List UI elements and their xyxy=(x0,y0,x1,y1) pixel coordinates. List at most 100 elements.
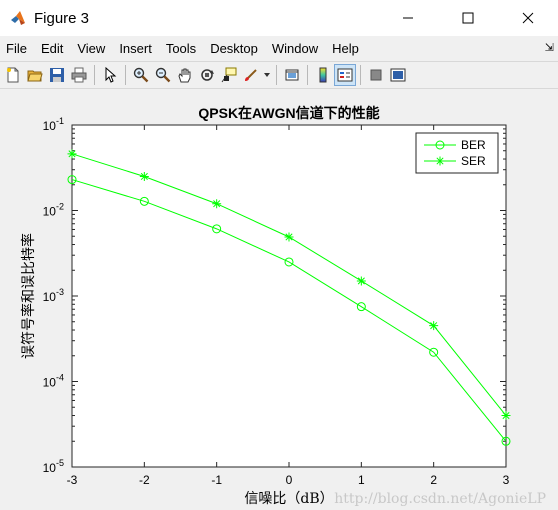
x-tick-label: 0 xyxy=(286,473,293,487)
brush-button[interactable] xyxy=(240,64,262,86)
y-tick-exponent: -2 xyxy=(56,202,64,212)
x-tick-label: 2 xyxy=(430,473,437,487)
toolbar-separator xyxy=(307,65,308,85)
edit-plot-icon xyxy=(105,67,117,83)
y-tick-label: 10-5 xyxy=(43,458,64,475)
pan-button[interactable] xyxy=(174,64,196,86)
data-point-ser xyxy=(139,171,149,181)
save-button[interactable] xyxy=(46,64,68,86)
close-button[interactable] xyxy=(498,0,558,36)
x-tick-label: -2 xyxy=(139,473,150,487)
toolbar-separator xyxy=(94,65,95,85)
data-cursor-button[interactable] xyxy=(218,64,240,86)
menu-view[interactable]: View xyxy=(71,41,113,56)
window-controls xyxy=(378,0,558,36)
edit-plot-button[interactable] xyxy=(99,64,121,86)
brush-icon xyxy=(245,69,257,81)
y-tick-base: 10 xyxy=(43,119,57,133)
data-point-ser xyxy=(67,149,77,159)
data-point-ser xyxy=(429,321,439,331)
hide-plot-tools-button[interactable] xyxy=(365,64,387,86)
hide-plot-tools-icon xyxy=(370,69,382,81)
y-tick-label: 10-4 xyxy=(43,373,64,390)
minimize-button[interactable] xyxy=(378,0,438,36)
y-axis-label: 误符号率和误比特率 xyxy=(20,233,37,359)
open-file-icon xyxy=(27,70,43,82)
menu-tools[interactable]: Tools xyxy=(160,41,204,56)
menu-window[interactable]: Window xyxy=(266,41,326,56)
plot-area xyxy=(72,125,506,467)
menu-edit[interactable]: Edit xyxy=(35,41,71,56)
chevron-down-icon xyxy=(264,73,270,77)
brush-dropdown-button[interactable] xyxy=(262,64,272,86)
toolbar-separator xyxy=(125,65,126,85)
save-icon xyxy=(50,68,64,82)
minimize-icon xyxy=(403,17,413,19)
pan-icon xyxy=(178,68,191,83)
y-tick-exponent: -3 xyxy=(56,287,64,297)
watermark-text: http://blog.csdn.net/AgonieLP xyxy=(334,491,546,507)
menu-insert[interactable]: Insert xyxy=(113,41,160,56)
y-tick-exponent: -1 xyxy=(56,116,64,126)
maximize-icon xyxy=(462,12,474,24)
y-tick-base: 10 xyxy=(43,376,57,390)
toolbar-separator xyxy=(360,65,361,85)
x-tick-label: 3 xyxy=(503,473,510,487)
window-title: Figure 3 xyxy=(34,9,90,27)
data-point-ser xyxy=(501,411,511,421)
x-axis-label: 信噪比（dB） xyxy=(244,491,333,507)
insert-colorbar-button[interactable] xyxy=(312,64,334,86)
close-icon xyxy=(522,12,534,24)
rotate-3d-icon xyxy=(201,69,214,81)
link-plot-button[interactable] xyxy=(281,64,303,86)
menu-overflow-arrow-icon[interactable]: ⇲ xyxy=(545,41,554,54)
y-tick-label: 10-1 xyxy=(43,116,64,133)
maximize-button[interactable] xyxy=(438,0,498,36)
x-tick-label: -1 xyxy=(211,473,222,487)
print-icon xyxy=(71,67,87,83)
menu-help[interactable]: Help xyxy=(326,41,367,56)
new-figure-button[interactable] xyxy=(2,64,24,86)
chart-title: QPSK在AWGN信道下的性能 xyxy=(198,105,379,121)
zoom-in-button[interactable] xyxy=(130,64,152,86)
y-tick-label: 10-2 xyxy=(43,202,64,219)
x-tick-label: -3 xyxy=(67,473,78,487)
matlab-logo-icon xyxy=(11,11,25,25)
insert-legend-button[interactable] xyxy=(334,64,356,86)
menu-bar: File Edit View Insert Tools Desktop Wind… xyxy=(0,36,558,60)
legend-box[interactable] xyxy=(415,132,499,174)
y-tick-exponent: -5 xyxy=(56,458,64,468)
legend-marker-ser xyxy=(435,156,445,166)
y-tick-base: 10 xyxy=(43,461,57,475)
legend-label-ser: SER xyxy=(461,154,486,168)
insert-legend-icon xyxy=(337,68,353,82)
window-titlebar: Figure 3 xyxy=(0,0,558,36)
print-button[interactable] xyxy=(68,64,90,86)
toolbar-separator xyxy=(276,65,277,85)
show-plot-tools-button[interactable] xyxy=(387,64,409,86)
menu-desktop[interactable]: Desktop xyxy=(204,41,266,56)
zoom-out-icon xyxy=(155,67,171,83)
figure-canvas: QPSK在AWGN信道下的性能 -3 -2 -1 0 1 2 3 10-5 10-4 10-3 10-… xyxy=(0,90,558,510)
open-file-button[interactable] xyxy=(24,64,46,86)
show-plot-tools-icon xyxy=(390,68,406,82)
rotate-3d-button[interactable] xyxy=(196,64,218,86)
data-point-ser xyxy=(356,276,366,286)
zoom-out-button[interactable] xyxy=(152,64,174,86)
legend-label-ber: BER xyxy=(461,138,486,152)
data-point-ser xyxy=(284,232,294,242)
data-point-ser xyxy=(212,199,222,209)
y-tick-exponent: -4 xyxy=(56,373,64,383)
link-plot-icon xyxy=(285,69,299,81)
zoom-in-icon xyxy=(133,67,149,83)
x-tick-label: 1 xyxy=(358,473,365,487)
y-tick-base: 10 xyxy=(43,205,57,219)
insert-colorbar-icon xyxy=(319,67,327,83)
menu-file[interactable]: File xyxy=(0,41,35,56)
y-tick-base: 10 xyxy=(43,290,57,304)
figure-toolbar xyxy=(0,61,558,89)
new-figure-icon xyxy=(7,67,19,83)
chart-svg: QPSK在AWGN信道下的性能-3 -2 -1 0 1 2 310-510-410-310-… xyxy=(20,105,546,507)
y-tick-label: 10-3 xyxy=(43,287,64,304)
data-cursor-icon xyxy=(221,67,237,83)
